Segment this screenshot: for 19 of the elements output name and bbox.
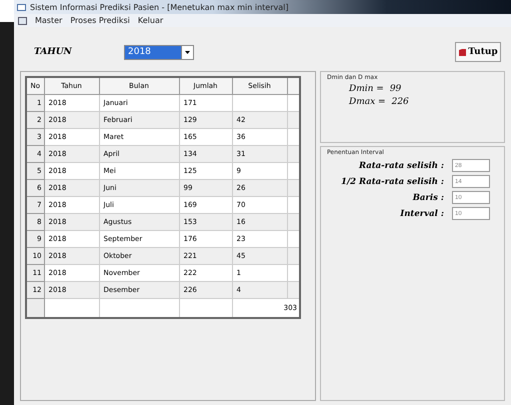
app-icon [17,2,26,12]
year-label: TAHUN [34,47,73,57]
field-label: Rata-rata selisih : [358,160,444,170]
field-label: Interval : [400,208,444,218]
dmax-label: Dmax = [349,97,386,107]
year-dropdown[interactable]: 2018 [124,44,194,60]
dmax-value: 226 [392,97,409,107]
menu-item[interactable]: Master [35,16,62,25]
door-icon [458,48,468,56]
close-button[interactable]: Tutup [455,42,501,62]
dmin-value: 99 [390,84,402,94]
menu-item[interactable]: Proses Prediksi [70,16,130,25]
window-title: Sistem Informasi Prediksi Pasien - [Menetukan max min interval] [30,2,288,12]
field-label: 1/2 Rata-rata selisih : [341,176,444,186]
field-label: Baris : [412,192,444,202]
menu-icon[interactable] [18,16,27,24]
menu-item[interactable]: Keluar [138,16,164,25]
dmin-label: Dmin = [349,84,384,94]
caret-icon [185,50,190,54]
